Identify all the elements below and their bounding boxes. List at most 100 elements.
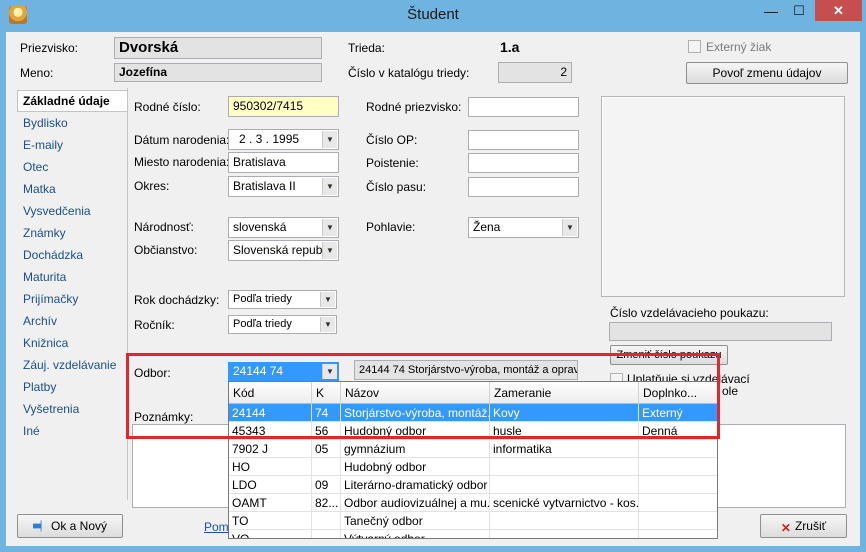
- okres-select[interactable]: Bratislava II ▼: [228, 176, 339, 197]
- rodne-cislo-field[interactable]: 950302/7415: [228, 96, 339, 117]
- datum-narodenia-picker[interactable]: 2 . 3 . 1995 ▼: [228, 129, 339, 150]
- pohlavie-value: Žena: [473, 220, 501, 234]
- obcianstvo-label: Občianstvo:: [134, 243, 198, 257]
- nav-item-platby[interactable]: Platby: [23, 380, 56, 394]
- grid-cell-kod: 7902 J: [229, 440, 312, 458]
- nav-item-dochadzka[interactable]: Dochádzka: [23, 248, 83, 262]
- grid-cell-kod: OAMT: [229, 494, 312, 512]
- okres-label: Okres:: [134, 179, 170, 193]
- grid-cell-doplnko: [639, 458, 717, 476]
- grid-row[interactable]: HO Hudobný odbor: [229, 458, 717, 476]
- datum-narodenia-value: 2 . 3 . 1995: [239, 132, 300, 146]
- rodne-cislo-label: Rodné číslo:: [134, 100, 201, 114]
- photo-box[interactable]: [601, 96, 845, 297]
- grid-cell-zameranie: informatika: [490, 440, 639, 458]
- cislo-op-field[interactable]: [468, 130, 579, 150]
- pohlavie-select[interactable]: Žena ▼: [468, 217, 579, 238]
- trieda-label: Trieda:: [348, 41, 385, 55]
- grid-cell-kod: VO: [229, 530, 312, 538]
- meno-field[interactable]: Jozefína: [114, 63, 322, 82]
- grid-row[interactable]: LDO 09 Literárno-dramatický odbor: [229, 476, 717, 494]
- grid-cell-doplnko: [639, 440, 717, 458]
- rodne-priezvisko-field[interactable]: [468, 97, 579, 117]
- meno-label: Meno:: [20, 66, 54, 80]
- cislo-op-label: Číslo OP:: [366, 133, 418, 147]
- rodne-priezvisko-label: Rodné priezvisko:: [366, 100, 462, 114]
- grid-row[interactable]: VO Výtvarný odbor: [229, 530, 717, 538]
- grid-cell-doplnko: [639, 476, 717, 494]
- obcianstvo-select[interactable]: Slovenská republ ▼: [228, 240, 339, 261]
- grid-cell-kod: LDO: [229, 476, 312, 494]
- rocnik-select[interactable]: Podľa triedy ▼: [228, 315, 337, 334]
- ok-a-novy-label: Ok a Nový: [50, 519, 107, 533]
- minimize-button[interactable]: —: [758, 1, 784, 21]
- rok-dochadzky-label: Rok dochádzky:: [134, 293, 220, 307]
- chevron-down-icon[interactable]: ▼: [322, 178, 337, 195]
- grid-cell-k: [312, 458, 341, 476]
- externy-checkbox[interactable]: [688, 40, 701, 53]
- nav-item-vysvedcenia[interactable]: Vysvedčenia: [23, 204, 91, 218]
- nav-item-ine[interactable]: Iné: [23, 424, 40, 438]
- chevron-down-icon[interactable]: ▼: [322, 219, 337, 236]
- uplatnuje-label-continued: ole: [722, 384, 739, 398]
- poistenie-field[interactable]: [468, 153, 579, 173]
- nav-item-znamky[interactable]: Známky: [23, 226, 66, 240]
- cislo-pasu-field[interactable]: [468, 177, 579, 197]
- katalog-label: Číslo v katalógu triedy:: [348, 66, 470, 80]
- chevron-down-icon[interactable]: ▼: [320, 292, 335, 307]
- rocnik-label: Ročník:: [134, 318, 175, 332]
- ok-a-novy-button[interactable]: Ok a Nový: [17, 514, 123, 538]
- narodnost-select[interactable]: slovenská ▼: [228, 217, 339, 238]
- nav-item-emaily[interactable]: E-maily: [23, 138, 63, 152]
- zrusit-button[interactable]: ✕ Zrušiť: [760, 514, 847, 538]
- sidebar-nav: Základné údaje Bydlisko E-maily Otec Mat…: [17, 88, 127, 500]
- nav-item-prijimacky[interactable]: Prijímačky: [23, 292, 78, 306]
- externy-label: Externý žiak: [706, 40, 772, 54]
- nav-item-otec[interactable]: Otec: [23, 160, 48, 174]
- zrusit-label: Zrušiť: [794, 519, 827, 533]
- obcianstvo-value: Slovenská republ: [233, 243, 326, 257]
- priezvisko-label: Priezvisko:: [20, 41, 79, 55]
- miesto-narodenia-label: Miesto narodenia:: [134, 155, 230, 169]
- nav-item-zauj-vzdelavanie[interactable]: Záuj. vzdelávanie: [23, 358, 116, 372]
- povol-zmenu-button[interactable]: Povoľ zmenu údajov: [686, 62, 848, 84]
- nav-item-kniznica[interactable]: Knižnica: [23, 336, 68, 350]
- nav-item-archiv[interactable]: Archív: [23, 314, 57, 328]
- cancel-icon: ✕: [780, 521, 791, 535]
- rok-dochadzky-value: Podľa triedy: [233, 293, 292, 305]
- grid-cell-nazov: Hudobný odbor: [341, 458, 490, 476]
- trieda-value: 1.a: [500, 39, 520, 55]
- poukaz-label: Číslo vzdelávacieho poukazu:: [610, 306, 769, 320]
- priezvisko-field[interactable]: Dvorská: [114, 37, 322, 59]
- katalog-field[interactable]: 2: [498, 62, 572, 83]
- grid-cell-nazov: Výtvarný odbor: [341, 530, 490, 538]
- pomoc-link[interactable]: Pom: [204, 520, 229, 534]
- maximize-button[interactable]: ☐: [785, 1, 813, 21]
- grid-row[interactable]: OAMT 82... Odbor audiovizuálnej a mu... …: [229, 494, 717, 512]
- grid-cell-kod: TO: [229, 512, 312, 530]
- chevron-down-icon[interactable]: ▼: [562, 219, 577, 236]
- grid-cell-k: 82...: [312, 494, 341, 512]
- miesto-narodenia-field[interactable]: Bratislava: [228, 152, 339, 173]
- nav-item-vysetrenia[interactable]: Vyšetrenia: [23, 402, 79, 416]
- grid-cell-nazov: gymnázium: [341, 440, 490, 458]
- nav-item-zakladne-udaje[interactable]: Základné údaje: [17, 90, 127, 112]
- nav-item-bydlisko[interactable]: Bydlisko: [23, 116, 68, 130]
- highlight-annotation: [126, 353, 720, 439]
- nav-item-matka[interactable]: Matka: [23, 182, 56, 196]
- grid-cell-doplnko: [639, 512, 717, 530]
- grid-cell-kod: HO: [229, 458, 312, 476]
- chevron-down-icon[interactable]: ▼: [322, 242, 337, 259]
- grid-row[interactable]: TO Tanečný odbor: [229, 512, 717, 530]
- poukaz-field[interactable]: [609, 322, 832, 341]
- rok-dochadzky-select[interactable]: Podľa triedy ▼: [228, 290, 337, 309]
- chevron-down-icon[interactable]: ▼: [320, 317, 335, 332]
- close-button[interactable]: ✕: [815, 0, 862, 21]
- grid-row[interactable]: 7902 J 05 gymnázium informatika: [229, 440, 717, 458]
- nav-item-maturita[interactable]: Maturita: [23, 270, 66, 284]
- poistenie-label: Poistenie:: [366, 156, 419, 170]
- grid-cell-doplnko: [639, 494, 717, 512]
- grid-cell-k: 05: [312, 440, 341, 458]
- chevron-down-icon[interactable]: ▼: [322, 131, 337, 148]
- grid-cell-k: 09: [312, 476, 341, 494]
